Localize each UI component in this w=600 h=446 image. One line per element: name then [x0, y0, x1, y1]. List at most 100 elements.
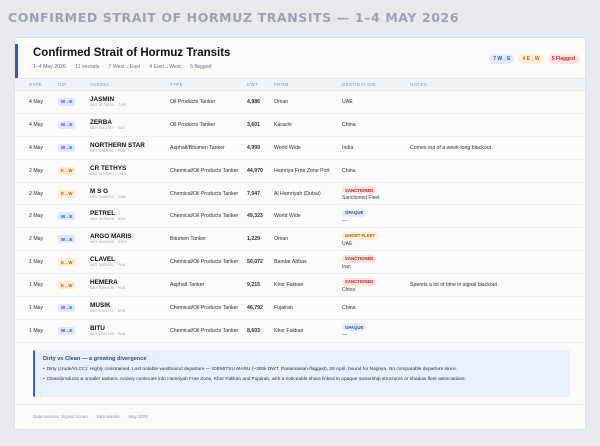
cell-dwt: 7,047 [247, 182, 274, 206]
cell-type: Asphalt Tanker [170, 273, 247, 298]
cell-vessel: ARGO MARIS IMO 9041645 · COM [90, 227, 170, 252]
cell-destination: UAE [342, 90, 410, 114]
col-header-notes[interactable]: NOTES [410, 78, 585, 91]
direction-badge: W→E [58, 143, 76, 152]
direction-badge: W→E [58, 97, 76, 106]
cell-dwt: 49,323 [247, 204, 274, 229]
legend-east-west-chip[interactable]: 4 E→W [518, 54, 544, 64]
meta-west-east: 7 West→East [108, 64, 141, 70]
vessel-name[interactable]: ZERBA [90, 119, 170, 126]
vessel-name[interactable]: NORTHERN STAR [90, 142, 170, 149]
col-header-destination[interactable]: DESTINATION [342, 78, 410, 91]
cell-destination: SANCTIONED China [342, 273, 410, 298]
legend-west-east-chip[interactable]: 7 W→E [489, 54, 515, 64]
cell-dwt: 1,229 [247, 227, 274, 252]
direction-badge: W→E [58, 120, 76, 129]
destination-text: China [342, 286, 356, 293]
vessel-name[interactable]: CR TETHYS [90, 165, 170, 172]
table-row[interactable]: 1 May E→W CLAVEL IMO 9062932 · PAN Chemical/… [15, 250, 585, 275]
destination-text: — [342, 332, 347, 339]
vessel-name[interactable]: CLAVEL [90, 256, 170, 263]
direction-badge: W→E [58, 303, 76, 312]
cell-destination: OPAQUE — [342, 319, 410, 343]
cell-dwt: 3,601 [247, 113, 274, 137]
cell-destination: China [342, 113, 410, 137]
cell-dwt: 4,999 [247, 136, 274, 160]
flag-badge: SANCTIONED [342, 186, 377, 194]
col-header-date[interactable]: DATE [15, 78, 58, 91]
cell-vessel: HEMERA IMO 9264934 · PUK [90, 273, 170, 298]
cell-from: Fujairah [274, 296, 342, 320]
vessel-name[interactable]: ARGO MARIS [90, 233, 170, 240]
legend-flagged-chip[interactable]: 5 Flagged [547, 54, 579, 64]
destination-text: UAE [342, 240, 353, 247]
card-header: Confirmed Strait of Hormuz Transits 1–4 … [15, 44, 585, 81]
table-row[interactable]: 2 May E→W M S G IMO 9469023 · GAB Chemical/O… [15, 182, 585, 206]
col-header-dir[interactable]: DIR [58, 78, 90, 91]
cell-destination: China [342, 159, 410, 183]
cell-dir: W→E [58, 90, 90, 114]
vessel-name[interactable]: JASMIN [90, 96, 170, 103]
table-row[interactable]: 4 May W→E ZERBA IMO 9112707 · SLE Oil Produc… [15, 113, 585, 137]
direction-badge: E→W [58, 189, 76, 198]
vessel-name[interactable]: BITU [90, 325, 170, 332]
cell-type: Chemical/Oil Products Tanker [170, 159, 247, 183]
flag-badge: SANCTIONED [342, 277, 377, 286]
cell-date: 2 May [15, 204, 58, 229]
table-row[interactable]: 1 May E→W HEMERA IMO 9264934 · PUK Asphalt T… [15, 273, 585, 298]
vessel-imo: IMO 9062932 · PAN [90, 263, 126, 268]
cell-type: Chemical/Oil Products Tanker [170, 204, 247, 229]
table-row[interactable]: 1 May W→E BITU IMO 9031785 · PAN Chemical/Oi… [15, 319, 585, 343]
cell-date: 1 May [15, 296, 58, 320]
cell-from: Bandar Abbas [274, 250, 342, 275]
col-header-vessel[interactable]: VESSEL [90, 78, 170, 91]
table-row[interactable]: 4 May W→E JASMIN IMO 9178835 · CMR Oil Produ… [15, 90, 585, 114]
vessel-name[interactable]: MUSIK [90, 302, 170, 309]
footer-sources: Data sources: Signal Ocean · S&S Marine · … [15, 404, 585, 429]
meta-east-west: 4 East→West [149, 64, 181, 70]
cell-date: 4 May [15, 90, 58, 114]
direction-badge: E→W [58, 258, 76, 267]
cell-notes [410, 296, 585, 320]
table-row[interactable]: 2 May W→E ARGO MARIS IMO 9041645 · COM Bitum… [15, 227, 585, 252]
cell-from: Khor Fakkan [274, 319, 342, 343]
vessel-name[interactable]: PETREL [90, 210, 170, 217]
vessel-imo: IMO 9116590 · CMR [90, 171, 127, 176]
cell-vessel: PETREL IMO 9078426 · HKG [90, 204, 170, 229]
bullet-icon: • [43, 367, 45, 372]
flag-badge: SANCTIONED [342, 254, 377, 263]
vessel-imo: IMO 9112707 · SLE [90, 125, 125, 130]
card-meta: 1–4 May 2026 · 11 vessels · 7 West→East · 4… [33, 64, 212, 70]
table-header-row: DATE DIR VESSEL TYPE DWT FROM DESTINATIO… [15, 78, 585, 91]
cell-dir: E→W [58, 182, 90, 206]
table-row[interactable]: 2 May W→E PETREL IMO 9078426 · HKG Chemical/… [15, 204, 585, 229]
cell-notes [410, 204, 585, 229]
callout-item-text: Clean/products & smaller tankers: Activi… [46, 377, 466, 382]
cell-dir: W→E [58, 227, 90, 252]
cell-notes [410, 90, 585, 114]
cell-vessel: NORTHERN STAR IMO 9462990 · PUK [90, 136, 170, 160]
cell-vessel: BITU IMO 9031785 · PAN [90, 319, 170, 343]
cell-destination: GHOST FLEET UAE [342, 227, 410, 252]
destination-text: Sanctioned Fleet [342, 195, 380, 201]
col-header-from[interactable]: FROM [274, 78, 342, 91]
vessel-name[interactable]: M S G [90, 188, 170, 195]
cell-type: Bitumen Tanker [170, 227, 247, 252]
cell-dwt: 46,792 [247, 296, 274, 320]
divergence-callout: Dirty vs Clean — a growing divergence • D… [33, 350, 570, 397]
col-header-dwt[interactable]: DWT [247, 78, 274, 91]
table-row[interactable]: 4 May W→E NORTHERN STAR IMO 9462990 · PUK As… [15, 136, 585, 160]
cell-notes: Comes out of a week-long blackout [410, 136, 585, 160]
vessel-name[interactable]: HEMERA [90, 279, 170, 286]
cell-dir: W→E [58, 113, 90, 137]
table-row[interactable]: 1 May W→E MUSIK IMO 9363031 · BRB Chemical/O… [15, 296, 585, 320]
col-header-type[interactable]: TYPE [170, 78, 247, 91]
cell-type: Oil Products Tanker [170, 90, 247, 114]
cell-vessel: CR TETHYS IMO 9116590 · CMR [90, 159, 170, 183]
cell-dwt: 9,215 [247, 273, 274, 298]
callout-item: • Clean/products & smaller tankers: Activ… [43, 377, 562, 383]
cell-notes [410, 227, 585, 252]
cell-vessel: JASMIN IMO 9178835 · CMR [90, 90, 170, 114]
flag-badge: OPAQUE [342, 208, 367, 217]
table-row[interactable]: 2 May E→W CR TETHYS IMO 9116590 · CMR Chemic… [15, 159, 585, 183]
